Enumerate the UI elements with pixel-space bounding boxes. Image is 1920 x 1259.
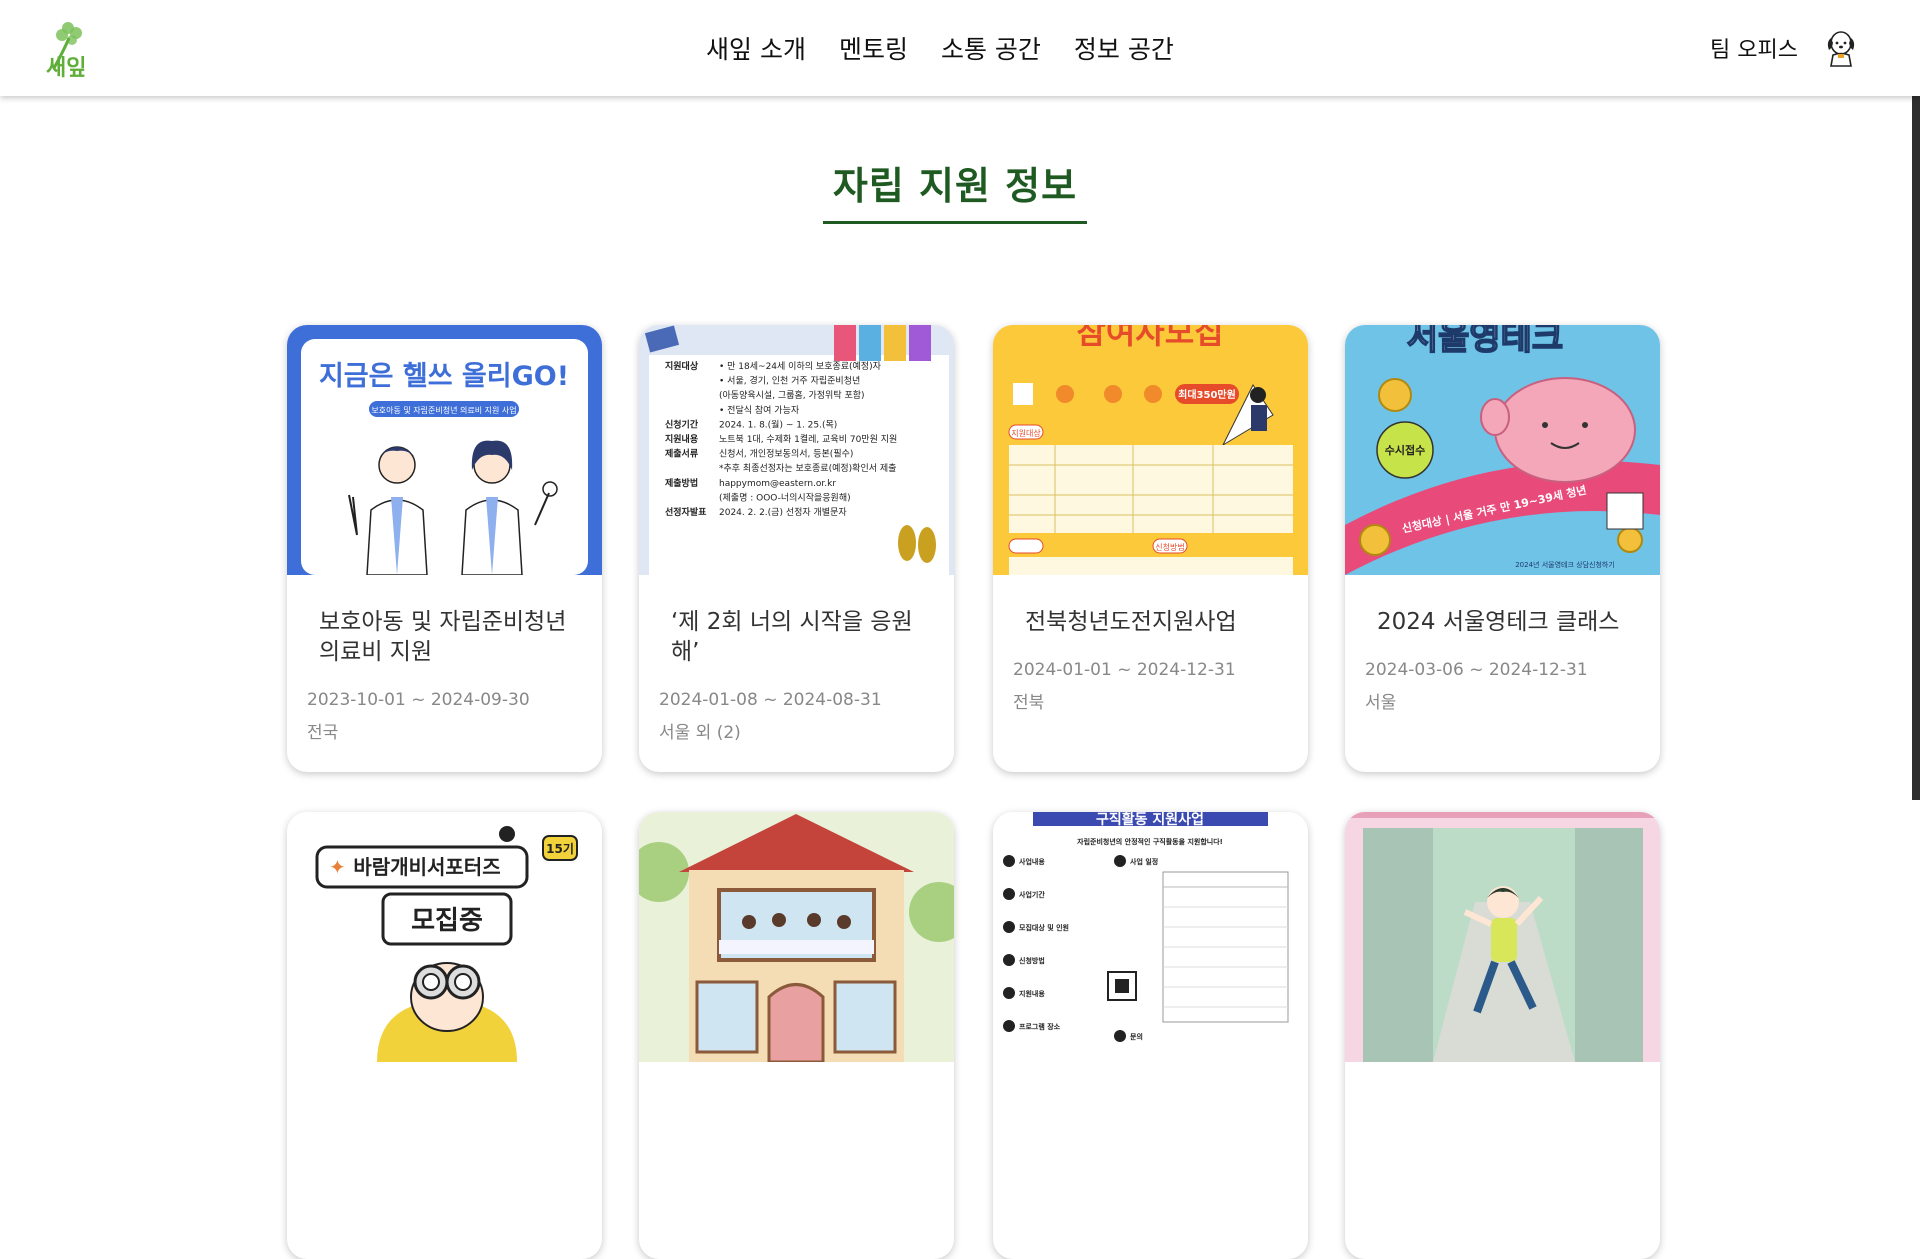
card-date: 2024-01-01 ~ 2024-12-31 (1013, 660, 1236, 680)
thumb-row-text: *추후 최종선정자는 보호종료(예정)확인서 제출 (719, 462, 896, 474)
logo-text: 새잎 (46, 56, 87, 81)
thumb-subline: 자립준비청년의 안정적인 구직활동을 지원합니다! (1077, 837, 1223, 846)
thumb-badge: 수시접수 (1385, 444, 1425, 457)
support-card[interactable]: ✦ 바람개비서포터즈 15기 모집중 (287, 812, 602, 1259)
top-navbar: 새잎 새잎 소개 멘토링 소통 공간 정보 공간 팀 오피스 (0, 0, 1920, 96)
card-date: 2024-01-08 ~ 2024-08-31 (659, 690, 882, 710)
card-title: 보호아동 및 자립준비청년 의료비 지원 (319, 609, 567, 665)
thumb-section-label: 신청방법 (1019, 956, 1045, 965)
nav-item-mentoring[interactable]: 멘토링 (839, 30, 908, 66)
thumb-section-label: 모집대상 및 인원 (1019, 923, 1069, 932)
thumb-row-label: 선정자발표 (665, 506, 707, 518)
support-card[interactable]: 서울영테크 신청대상 | 서울 거주 만 19~39세 청년 수시접수 2024… (1345, 325, 1660, 772)
thumb-amount: 최대350만원 (1178, 388, 1236, 401)
puppy-avatar-icon (1827, 31, 1855, 67)
card-region: 전국 (307, 723, 339, 743)
home-logo[interactable]: 새잎 (44, 20, 96, 81)
card-thumbnail (639, 812, 954, 1062)
thumb-section-label: 프로그램 장소 (1019, 1022, 1061, 1031)
thumb-row-label: 제출서류 (665, 448, 698, 460)
thumb-row-label: 지원내용 (665, 433, 698, 445)
thumb-row-text: • 만 18세~24세 이하의 보호종료(예정)자 (719, 361, 882, 372)
thumb-label-1: 지원대상 (1011, 428, 1041, 438)
card-thumbnail: 지원대상 • 만 18세~24세 이하의 보호종료(예정)자 • 서울, 경기, 인… (639, 325, 954, 575)
card-region: 서울 (1365, 693, 1397, 713)
thumb-row-text: • 전달식 참여 가능자 (719, 404, 800, 416)
thumb-headline: 지금은 헬쓰 올리GO! (319, 361, 569, 392)
team-office-link[interactable]: 팀 오피스 (1710, 32, 1798, 64)
thumb-section-label: 사업내용 (1019, 857, 1045, 866)
thumb-row-label: 지원대상 (665, 360, 699, 372)
title-underline (823, 221, 1087, 224)
nav-item-about[interactable]: 새잎 소개 (706, 30, 806, 66)
page-title: 자립 지원 정보 (832, 164, 1078, 208)
thumb-section-bullet (1114, 1030, 1126, 1042)
thumb-section-label: 사업기간 (1019, 890, 1045, 899)
nav-item-info[interactable]: 정보 공간 (1074, 30, 1174, 66)
card-date: 2024-03-06 ~ 2024-12-31 (1365, 660, 1588, 680)
thumb-section-bullet (1114, 855, 1126, 867)
support-card[interactable]: 지원대상 • 만 18세~24세 이하의 보호종료(예정)자 • 서울, 경기, 인… (639, 325, 954, 772)
card-region: 전북 (1013, 693, 1045, 713)
thumb-headline: 구직활동 지원사업 (1096, 812, 1204, 828)
thumb-footer: 2024년 서울영테크 상담신청하기 (1515, 560, 1615, 569)
nav-item-community[interactable]: 소통 공간 (941, 30, 1041, 66)
card-thumbnail: 참여자모집 최대350만원 지원대상 신청방법 (993, 325, 1308, 575)
thumb-section-label: 사업 일정 (1130, 857, 1158, 866)
thumb-row-text: (아동양육시설, 그룹홈, 가정위탁 포함) (719, 389, 865, 401)
thumb-section-bullet (1003, 1020, 1015, 1032)
card-title: 전북청년도전지원사업 (1025, 609, 1237, 635)
page-scrollbar[interactable] (1912, 0, 1920, 800)
card-date: 2023-10-01 ~ 2024-09-30 (307, 690, 530, 710)
thumb-row-text: 신청서, 개인정보동의서, 등본(필수) (719, 448, 853, 460)
card-thumbnail (1345, 812, 1660, 1062)
thumb-subline: 보호아동 및 자립준비청년 의료비 지원 사업 (371, 405, 516, 415)
card-thumbnail: ✦ 바람개비서포터즈 15기 모집중 (287, 812, 602, 1062)
card-title: ‘제 2회 너의 시작을 응원해’ (671, 609, 913, 665)
support-card[interactable] (1345, 812, 1660, 1259)
support-card[interactable]: 구직활동 지원사업 자립준비청년의 안정적인 구직활동을 지원합니다! 사업내용… (993, 812, 1308, 1259)
main-nav: 새잎 소개 멘토링 소통 공간 정보 공간 (706, 30, 1174, 66)
thumb-headline: 참여자모집 (1076, 325, 1223, 351)
thumb-tag: 15기 (546, 841, 574, 856)
card-thumbnail: 서울영테크 신청대상 | 서울 거주 만 19~39세 청년 수시접수 2024… (1345, 325, 1660, 575)
user-avatar[interactable] (1824, 28, 1858, 68)
thumb-row-text: • 서울, 경기, 인천 거주 자립준비청년 (719, 375, 860, 387)
thumb-row-text: 노트북 1대, 수제화 1켤레, 교육비 70만원 지원 (719, 434, 897, 445)
thumb-section-bullet (1003, 888, 1015, 900)
thumb-section-bullet (1003, 855, 1015, 867)
support-card[interactable]: 지금은 헬쓰 올리GO! 보호아동 및 자립준비청년 의료비 지원 사업 보호아… (287, 325, 602, 772)
thumb-row-label: 제출방법 (665, 477, 698, 489)
thumb-subline: 모집중 (411, 906, 483, 936)
thumb-row-text: (제출명 : OOO-너의시작을응원해) (719, 492, 851, 503)
thumb-row-text: happymom@eastern.or.kr (719, 479, 836, 489)
card-region: 서울 외 (2) (659, 723, 741, 743)
thumb-headline: 서울영테크 (1407, 325, 1563, 358)
thumb-row-label: 신청기간 (665, 418, 699, 430)
thumb-section-label: 지원내용 (1019, 989, 1045, 998)
support-card[interactable] (639, 812, 954, 1259)
card-title: 2024 서울영테크 클래스 (1377, 609, 1620, 635)
thumb-row-text: 2024. 2. 2.(금) 선정자 개별문자 (719, 507, 847, 518)
card-thumbnail: 구직활동 지원사업 자립준비청년의 안정적인 구직활동을 지원합니다! 사업내용… (993, 812, 1308, 1062)
thumb-section-bullet (1003, 987, 1015, 999)
thumb-section-bullet (1003, 954, 1015, 966)
card-thumbnail: 지금은 헬쓰 올리GO! 보호아동 및 자립준비청년 의료비 지원 사업 (287, 325, 602, 575)
thumb-row-text: 2024. 1. 8.(월) ~ 1. 25.(목) (719, 418, 837, 430)
thumb-label-2: 신청방법 (1155, 542, 1184, 552)
svg-text:✦: ✦ (329, 855, 346, 879)
thumb-section-bullet (1003, 921, 1015, 933)
support-card[interactable]: 참여자모집 최대350만원 지원대상 신청방법 전북청년도전지원사업 2024-… (993, 325, 1308, 772)
thumb-headline: 바람개비서포터즈 (353, 855, 500, 879)
thumb-section-label: 문의 (1130, 1032, 1143, 1041)
